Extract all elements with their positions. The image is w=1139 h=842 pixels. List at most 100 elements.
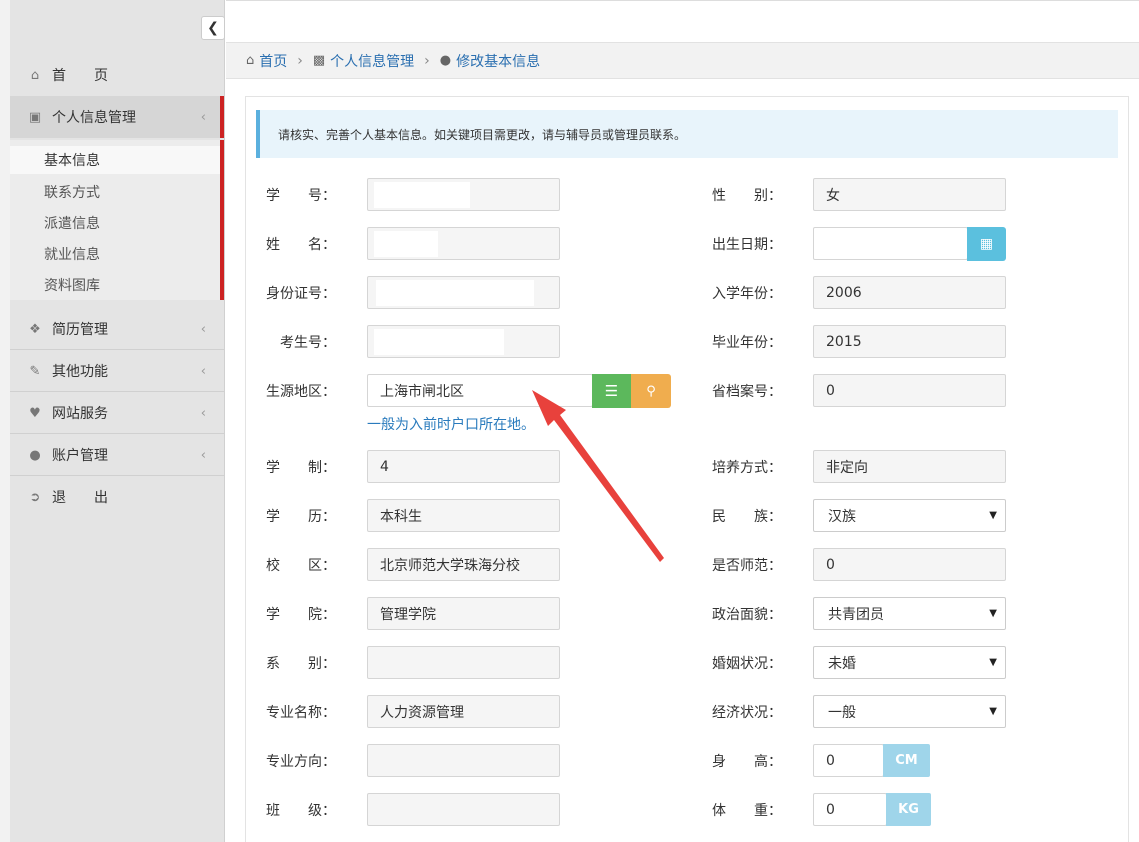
major-field: 人力资源管理	[367, 695, 560, 728]
marital-select[interactable]: 未婚 ▼	[813, 646, 1006, 679]
gender-field: 女	[813, 178, 1006, 211]
weight-input[interactable]: 0	[813, 793, 887, 826]
label-ethnicity: 民 族：	[712, 508, 782, 525]
label-birth-date: 出生日期：	[712, 236, 782, 253]
nav-site-service[interactable]: ♥ 网站服务 ‹	[10, 393, 224, 433]
chevron-left-icon: ‹	[200, 363, 206, 379]
label-economic: 经济状况：	[712, 704, 782, 721]
heart-icon: ♥	[29, 405, 41, 421]
label-department: 系 别：	[266, 655, 336, 672]
calendar-button[interactable]: ▦	[967, 227, 1006, 261]
training-mode-field: 非定向	[813, 450, 1006, 483]
collapse-sidebar-button[interactable]: ❮	[201, 16, 225, 40]
divider	[10, 433, 224, 434]
breadcrumb: ⌂ 首页 › ▩ 个人信息管理 › ● 修改基本信息	[226, 42, 1139, 79]
political-select[interactable]: 共青团员 ▼	[813, 597, 1006, 630]
label-id-card: 身份证号：	[266, 285, 336, 302]
archive-no-field: 0	[813, 374, 1006, 407]
chevron-left-icon: ❮	[207, 20, 219, 36]
weight-unit: KG	[886, 793, 931, 826]
monitor-icon: ▣	[28, 109, 42, 125]
label-major-direction: 专业方向：	[266, 753, 336, 770]
nav-logout[interactable]: ➲ 退 出	[10, 477, 224, 517]
label-weight: 体 重：	[712, 802, 782, 819]
submenu-employment[interactable]: 就业信息	[10, 240, 220, 268]
logout-icon: ➲	[29, 489, 41, 505]
nav-resume-label: 简历管理	[52, 322, 108, 338]
student-id-field	[367, 178, 560, 211]
label-college: 学 院：	[266, 606, 336, 623]
divider	[10, 475, 224, 476]
breadcrumb-separator: ›	[297, 52, 303, 69]
notice-box: 请核实、完善个人基本信息。如关键项目需更改，请与辅导员或管理员联系。	[256, 110, 1118, 158]
home-icon: ⌂	[30, 67, 40, 83]
submenu-dispatch[interactable]: 派遣信息	[10, 209, 220, 237]
nav-personal-info[interactable]: ▣ 个人信息管理 ‹	[10, 96, 224, 138]
label-political: 政治面貌：	[712, 606, 782, 623]
redaction	[374, 231, 438, 257]
nav-account[interactable]: ● 账户管理 ‹	[10, 435, 224, 475]
calendar-icon: ▦	[979, 236, 994, 252]
chevron-left-icon: ‹	[200, 109, 206, 125]
submenu-gallery[interactable]: 资料图库	[10, 271, 220, 299]
nav-resume[interactable]: ❖ 简历管理 ‹	[10, 309, 224, 349]
nav-other[interactable]: ✎ 其他功能 ‹	[10, 351, 224, 391]
chevron-left-icon: ‹	[200, 405, 206, 421]
label-major: 专业名称：	[266, 704, 336, 721]
label-campus: 校 区：	[266, 557, 336, 574]
label-name: 姓 名：	[266, 236, 336, 253]
label-education: 学 历：	[266, 508, 336, 525]
dropdown-arrow-icon: ▼	[989, 706, 997, 717]
major-direction-field	[367, 744, 560, 777]
chevron-left-icon: ‹	[200, 321, 206, 337]
redaction	[374, 329, 504, 355]
ethnicity-select[interactable]: 汉族 ▼	[813, 499, 1006, 532]
label-exam-no: 考生号：	[280, 334, 336, 351]
nav-personal-info-label: 个人信息管理	[52, 110, 136, 126]
submenu-basic-info[interactable]: 基本信息	[10, 146, 220, 174]
user-icon: ●	[29, 447, 41, 463]
height-input[interactable]: 0	[813, 744, 884, 777]
label-training-mode: 培养方式：	[712, 459, 782, 476]
label-is-normal: 是否师范：	[712, 557, 782, 574]
political-value: 共青团员	[828, 606, 884, 623]
birth-date-input[interactable]	[813, 227, 968, 260]
nav-site-service-label: 网站服务	[52, 406, 108, 422]
label-height: 身 高：	[712, 753, 782, 770]
nav-home-label: 首 页	[52, 68, 108, 84]
divider	[10, 349, 224, 350]
class-field	[367, 793, 560, 826]
origin-area-hint: 一般为入前时户口所在地。	[367, 417, 535, 433]
economic-value: 一般	[828, 704, 856, 721]
nav-logout-label: 退 出	[52, 490, 108, 506]
redaction	[374, 182, 470, 208]
dropdown-arrow-icon: ▼	[989, 657, 997, 668]
department-field	[367, 646, 560, 679]
education-field: 本科生	[367, 499, 560, 532]
nav-home[interactable]: ⌂ 首 页	[10, 55, 224, 95]
breadcrumb-home[interactable]: 首页	[259, 51, 287, 71]
submenu-contact[interactable]: 联系方式	[10, 178, 220, 206]
chevron-left-icon: ‹	[200, 447, 206, 463]
breadcrumb-current: 修改基本信息	[456, 53, 541, 70]
college-field: 管理学院	[367, 597, 560, 630]
id-card-field	[367, 276, 560, 309]
user-icon: ●	[439, 53, 452, 68]
economic-select[interactable]: 一般 ▼	[813, 695, 1006, 728]
duration-field: 4	[367, 450, 560, 483]
nav-other-label: 其他功能	[52, 364, 108, 380]
label-origin-area: 生源地区：	[266, 383, 336, 400]
home-icon: ⌂	[246, 53, 255, 68]
label-class: 班 级：	[266, 802, 336, 819]
puzzle-icon: ❖	[29, 321, 41, 337]
enroll-year-field: 2006	[813, 276, 1006, 309]
divider	[10, 391, 224, 392]
edit-icon: ✎	[29, 363, 41, 379]
briefcase-icon: ▩	[312, 53, 326, 68]
dropdown-arrow-icon: ▼	[989, 608, 997, 619]
sidebar-strip	[0, 0, 10, 842]
nav-account-label: 账户管理	[52, 448, 108, 464]
marital-value: 未婚	[828, 655, 856, 672]
label-archive-no: 省档案号：	[712, 383, 782, 400]
breadcrumb-personal-info[interactable]: 个人信息管理	[330, 51, 414, 71]
